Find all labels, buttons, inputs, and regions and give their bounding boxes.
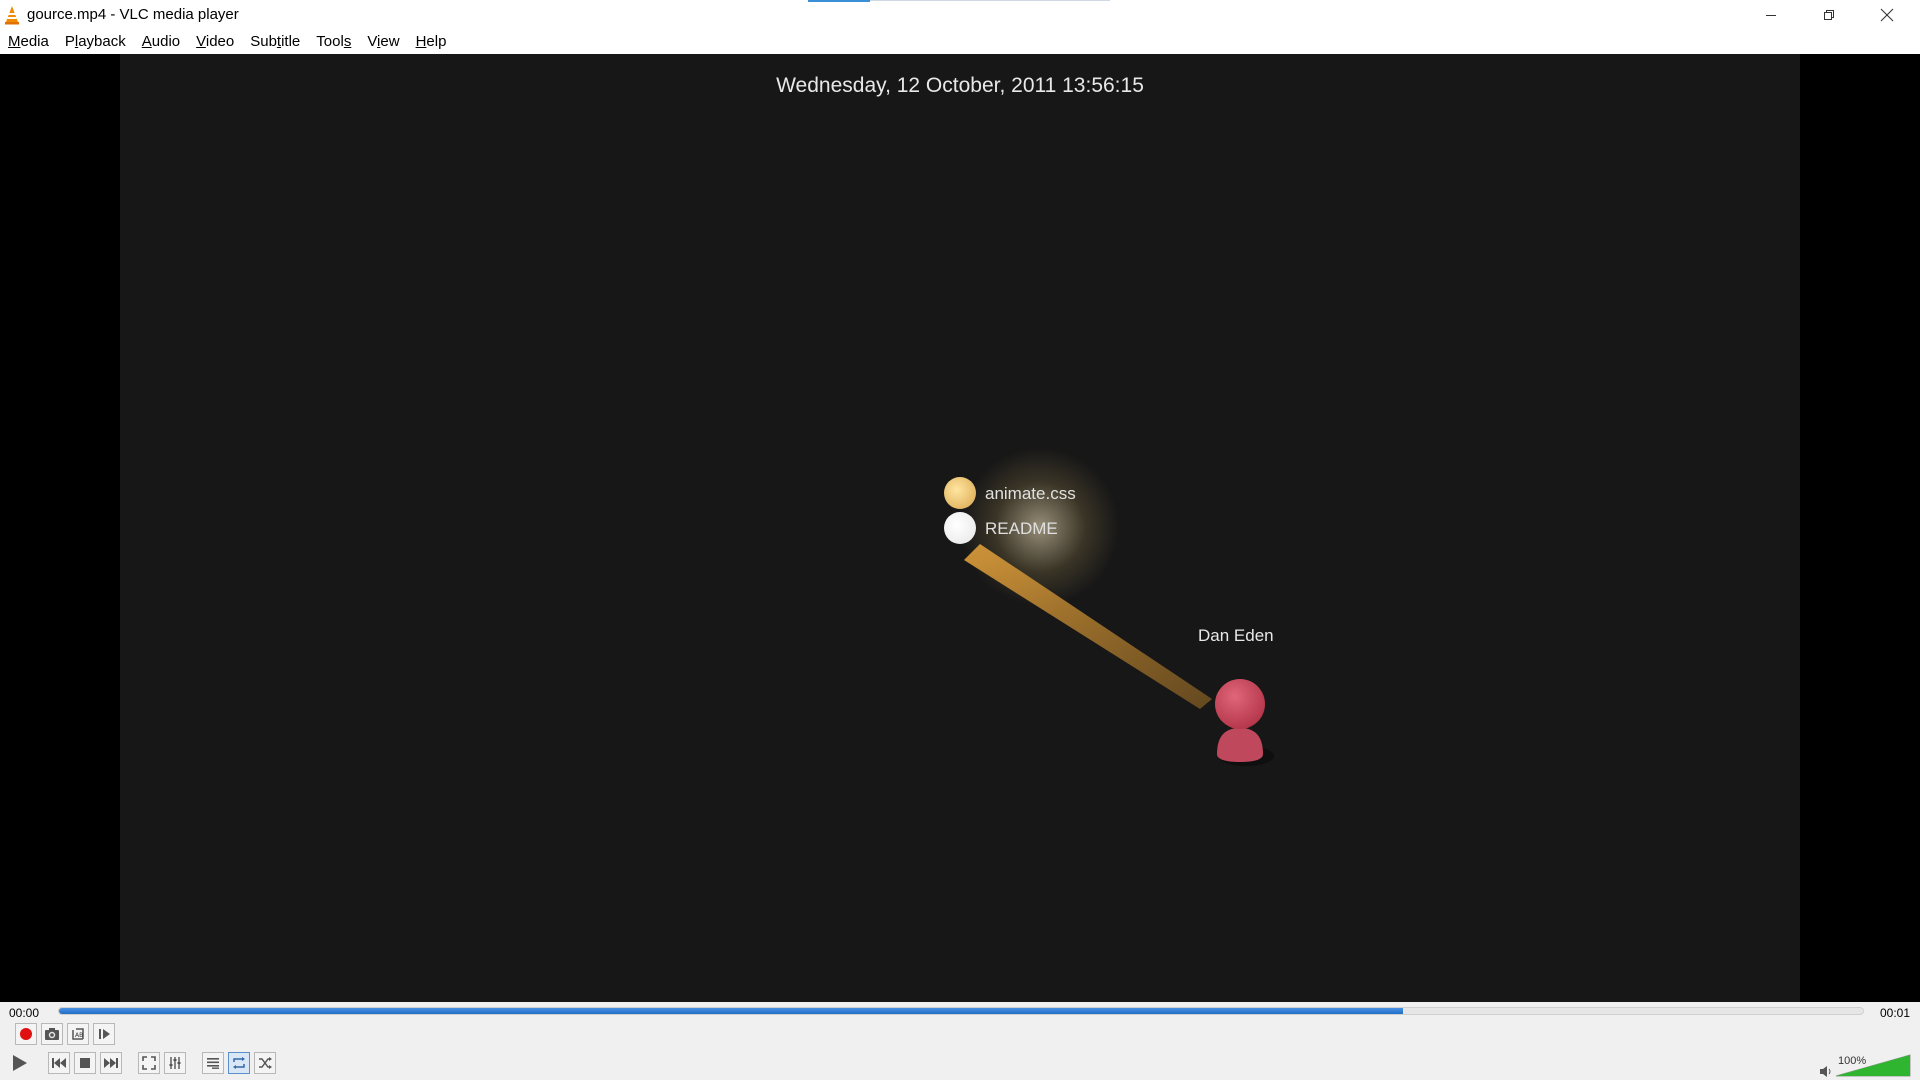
stop-icon [80, 1058, 90, 1068]
menu-subtitle[interactable]: Subtitle [245, 30, 305, 54]
close-icon [1880, 8, 1894, 22]
stop-button[interactable] [74, 1052, 96, 1074]
user-avatar-icon [1215, 679, 1274, 766]
menu-media[interactable]: Media [3, 30, 54, 54]
next-button[interactable] [100, 1052, 122, 1074]
menu-playback-pre: P [64, 33, 75, 50]
menu-view[interactable]: View [362, 30, 404, 54]
frame-step-button[interactable] [93, 1023, 115, 1045]
menu-view-pre: V [367, 33, 378, 50]
minimize-icon [1766, 15, 1776, 16]
snapshot-button[interactable] [41, 1023, 63, 1045]
video-frame[interactable]: Wednesday, 12 October, 2011 13:56:15 ani… [120, 54, 1800, 1002]
loop-ab-icon: AB [72, 1028, 84, 1040]
menu-tools-pre: Tool [316, 33, 344, 50]
menu-help[interactable]: Help [411, 30, 452, 54]
menu-playback-rest: ayback [78, 33, 126, 50]
speaker-icon [1820, 1066, 1831, 1077]
extended-settings-button[interactable] [164, 1052, 186, 1074]
window-title: gource.mp4 - VLC media player [27, 6, 239, 23]
time-total: 00:01 [1880, 1006, 1911, 1020]
next-icon [104, 1058, 118, 1068]
loop-ab-button[interactable]: AB [67, 1023, 89, 1045]
play-icon [13, 1055, 27, 1071]
menu-audio[interactable]: Audio [137, 30, 185, 54]
menu-subtitle-rest: itle [281, 33, 301, 50]
loop-icon [233, 1057, 245, 1069]
record-icon [20, 1028, 32, 1040]
previous-icon [52, 1058, 66, 1068]
file-node-animate-css [944, 477, 976, 509]
menu-help-rest: elp [426, 33, 447, 50]
menu-video-mnemonic: V [196, 33, 206, 50]
shuffle-icon [259, 1057, 272, 1069]
menu-subtitle-pre: Sub [250, 33, 277, 50]
seek-slider[interactable] [58, 1007, 1864, 1015]
volume-slider[interactable] [1818, 1052, 1913, 1078]
minimize-button[interactable] [1742, 0, 1800, 30]
menu-video[interactable]: Video [191, 30, 239, 54]
vlc-cone-icon [5, 6, 19, 25]
restore-button[interactable] [1800, 0, 1858, 30]
title-bar[interactable]: gource.mp4 - VLC media player [0, 0, 1920, 30]
record-button[interactable] [15, 1023, 37, 1045]
file-label-animate-css: animate.css [985, 484, 1076, 503]
title-accent-track [870, 0, 1110, 1]
menu-audio-rest: udio [151, 33, 181, 50]
extended-settings-icon [169, 1057, 181, 1069]
playlist-icon [207, 1058, 219, 1069]
menu-tools[interactable]: Tools [311, 30, 356, 54]
playlist-button[interactable] [202, 1052, 224, 1074]
frame-step-icon [99, 1029, 110, 1039]
menu-tools-mnemonic: s [343, 33, 352, 50]
menu-media-rest: edia [20, 33, 49, 50]
close-button[interactable] [1858, 0, 1916, 30]
previous-button[interactable] [48, 1052, 70, 1074]
menu-media-mnemonic: M [8, 33, 21, 50]
menu-help-mnemonic: H [415, 33, 427, 50]
loop-button[interactable] [228, 1052, 250, 1074]
fullscreen-icon [142, 1056, 156, 1070]
file-node-readme [944, 512, 976, 544]
file-label-readme: README [985, 519, 1058, 538]
vlc-window: gource.mp4 - VLC media player Media Play… [0, 0, 1920, 1080]
menu-playback[interactable]: Playback [60, 30, 131, 54]
svg-text:AB: AB [75, 1032, 83, 1039]
fullscreen-button[interactable] [138, 1052, 160, 1074]
menu-bar: Media Playback Audio Video Subtitle Tool… [0, 30, 1920, 54]
menu-video-rest: ideo [205, 33, 235, 50]
restore-icon [1824, 10, 1834, 20]
shuffle-button[interactable] [254, 1052, 276, 1074]
menu-audio-mnemonic: A [141, 33, 152, 50]
seek-progress-fill [59, 1008, 1403, 1014]
time-elapsed: 00:00 [9, 1006, 40, 1020]
menu-view-rest: ew [380, 33, 400, 50]
title-accent [808, 0, 870, 2]
seek-row: 00:00 00:01 [0, 1002, 1920, 1022]
video-area[interactable]: Wednesday, 12 October, 2011 13:56:15 ani… [0, 54, 1920, 1002]
user-name-label: Dan Eden [1198, 626, 1274, 645]
snapshot-icon [45, 1028, 59, 1040]
play-button[interactable] [6, 1050, 32, 1076]
